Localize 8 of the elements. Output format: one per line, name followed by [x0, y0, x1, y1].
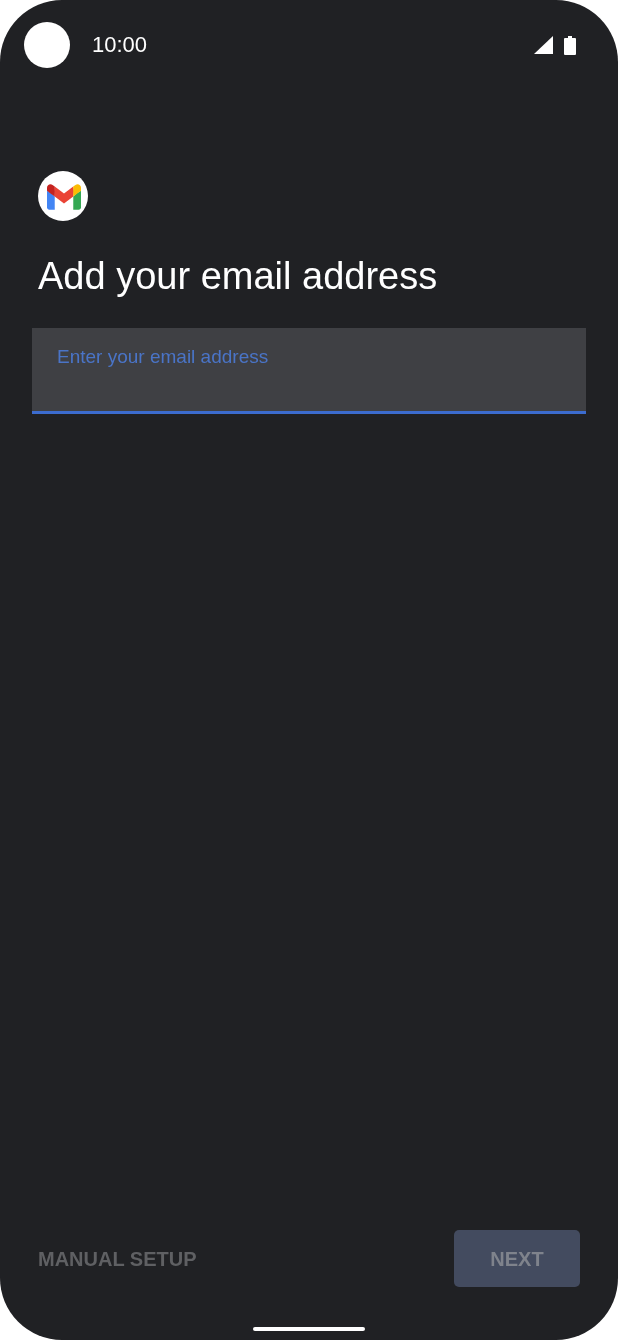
signal-icon — [534, 36, 553, 54]
status-time: 10:00 — [92, 32, 148, 58]
email-input-field[interactable]: Enter your email address — [32, 328, 586, 414]
mail-logo-icon — [38, 171, 88, 221]
camera-cutout-icon — [24, 22, 70, 68]
battery-icon — [564, 35, 576, 55]
home-indicator[interactable] — [253, 1327, 365, 1331]
page-title: Add your email address — [38, 254, 439, 298]
